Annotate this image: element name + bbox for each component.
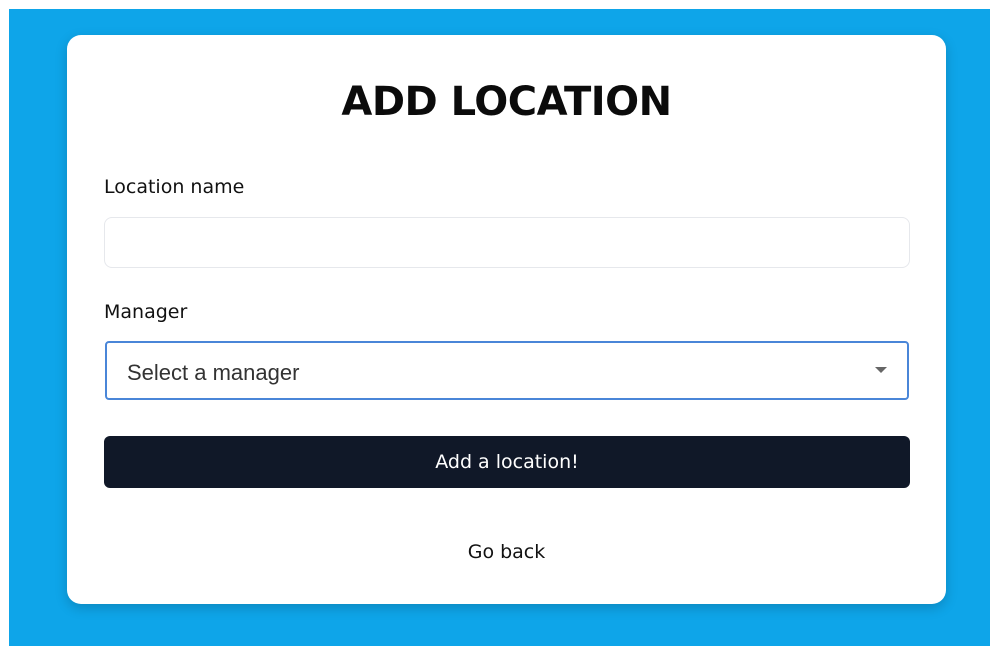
manager-select[interactable]: Select a manager	[105, 341, 909, 400]
manager-label: Manager	[104, 301, 188, 323]
page-title: ADD LOCATION	[341, 79, 672, 125]
manager-select-value: Select a manager	[127, 360, 300, 385]
go-back-link[interactable]: Go back	[67, 541, 946, 563]
location-name-input[interactable]	[104, 217, 910, 268]
location-name-label: Location name	[104, 176, 245, 198]
add-location-button[interactable]: Add a location!	[104, 436, 910, 488]
add-location-card: ADD LOCATION Location name Manager Selec…	[67, 35, 946, 604]
chevron-down-icon	[875, 367, 887, 373]
